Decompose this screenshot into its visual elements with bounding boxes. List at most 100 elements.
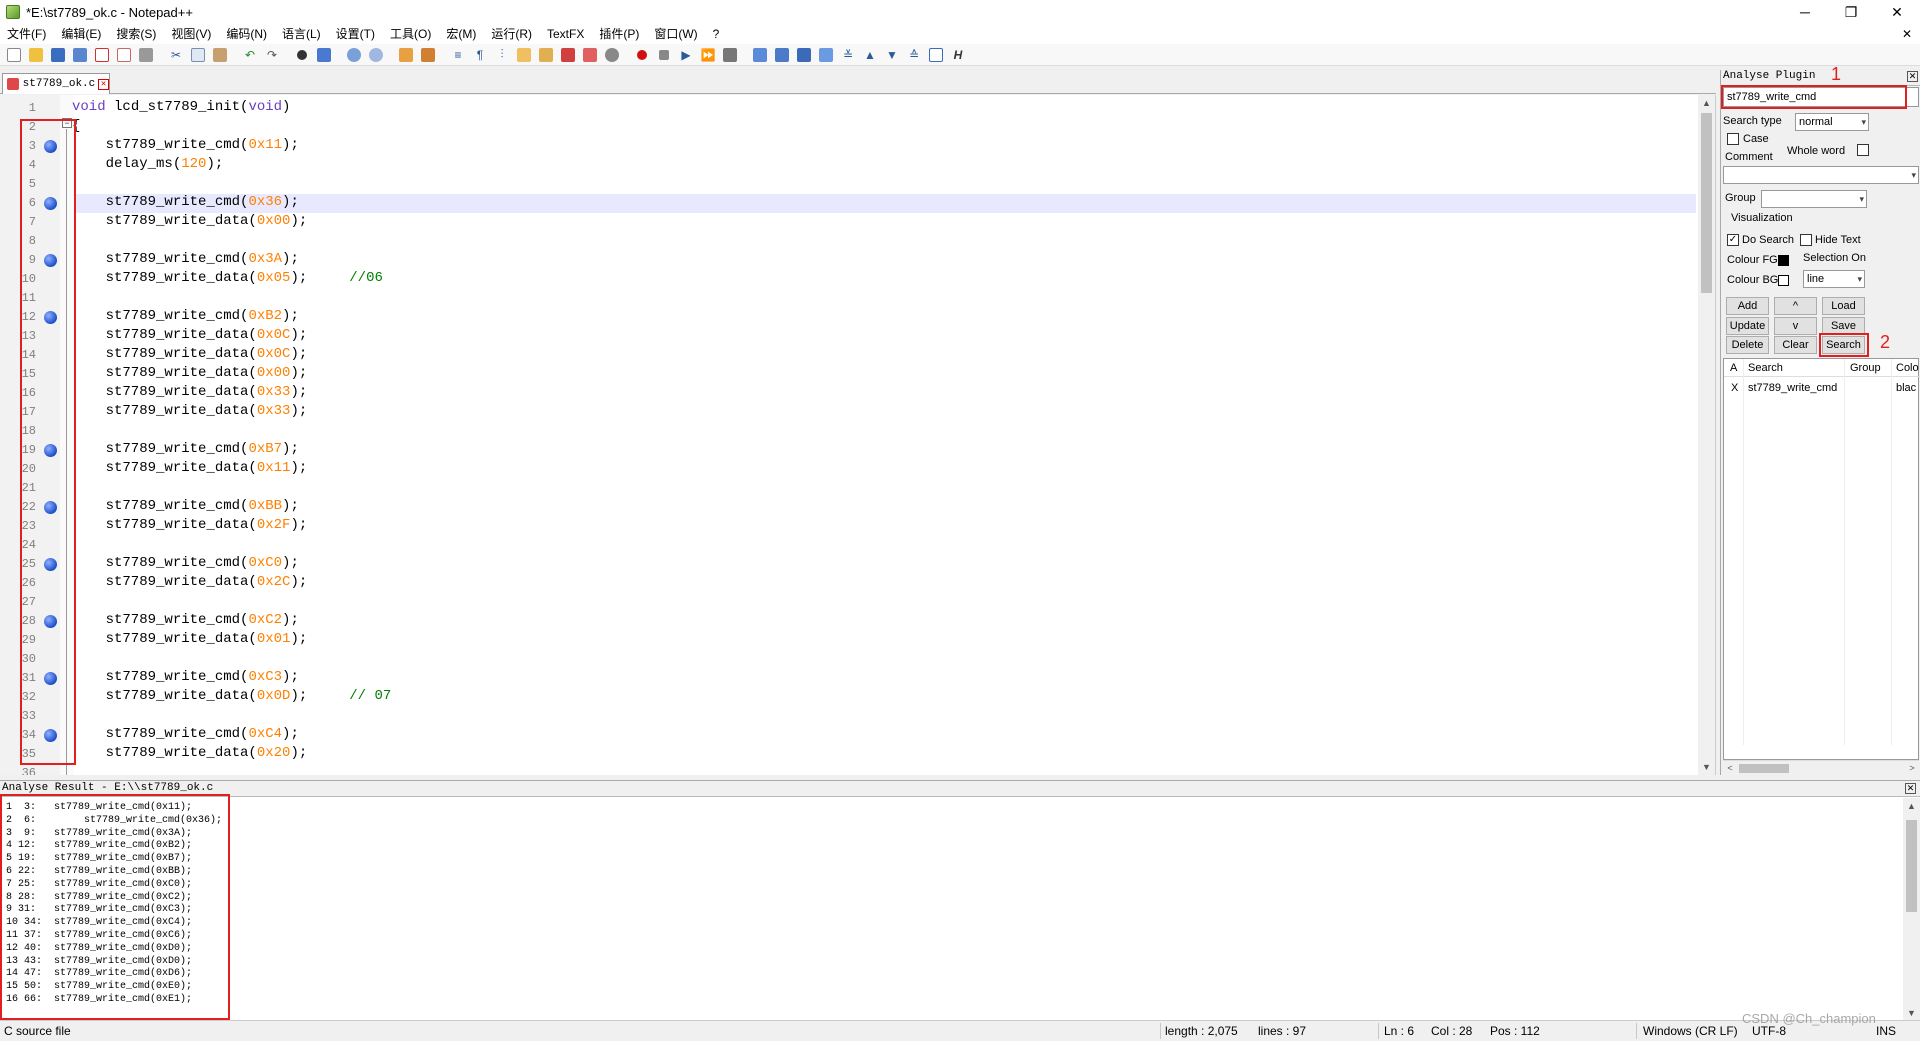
scroll-down-icon[interactable]: ▼: [1698, 759, 1715, 775]
move-up-button[interactable]: ^: [1774, 297, 1817, 315]
menu-window[interactable]: 窗口(W): [647, 24, 705, 44]
plugin-box-icon[interactable]: [926, 45, 946, 65]
menu-macro[interactable]: 宏(M): [439, 24, 484, 44]
code-line[interactable]: st7789_write_data(0x0C);: [72, 327, 308, 343]
plugin-down-icon[interactable]: ▼: [882, 45, 902, 65]
stop-macro-icon[interactable]: [654, 45, 674, 65]
close-button[interactable]: ✕: [1874, 0, 1920, 24]
zoom-in-icon[interactable]: [344, 45, 364, 65]
cut-icon[interactable]: ✂: [166, 45, 186, 65]
plugin-close-icon[interactable]: ✕: [1907, 71, 1918, 82]
save-icon[interactable]: [48, 45, 68, 65]
record-macro-icon[interactable]: [632, 45, 652, 65]
plugin-horizontal-scrollbar[interactable]: < >: [1723, 760, 1919, 775]
undo-icon[interactable]: ↶: [240, 45, 260, 65]
code-line[interactable]: st7789_write_data(0x20);: [72, 745, 308, 761]
colour-fg-swatch[interactable]: [1778, 255, 1789, 266]
scroll-up-icon[interactable]: ▲: [1698, 95, 1715, 111]
search-type-select[interactable]: normal ▾: [1795, 113, 1869, 131]
play-macro-icon[interactable]: ▶: [676, 45, 696, 65]
move-down-button[interactable]: v: [1774, 317, 1817, 335]
code-line[interactable]: st7789_write_data(0x0D); // 07: [72, 688, 392, 704]
code-line[interactable]: st7789_write_data(0x33);: [72, 403, 308, 419]
code-line[interactable]: st7789_write_cmd(0xBB);: [72, 498, 299, 514]
code-line[interactable]: st7789_write_data(0x0C);: [72, 346, 308, 362]
zoom-out-icon[interactable]: [366, 45, 386, 65]
scroll-thumb[interactable]: [1739, 764, 1789, 773]
tab-close-icon[interactable]: ✕: [98, 78, 109, 90]
menu-file[interactable]: 文件(F): [0, 24, 54, 44]
udl-icon[interactable]: [514, 45, 534, 65]
load-button[interactable]: Load: [1822, 297, 1865, 315]
col-header-group[interactable]: Group: [1850, 359, 1881, 377]
menu-language[interactable]: 语言(L): [275, 24, 329, 44]
show-all-chars-icon[interactable]: ¶: [470, 45, 490, 65]
col-header-colour[interactable]: Colo: [1896, 359, 1919, 377]
code-line[interactable]: st7789_write_data(0x01);: [72, 631, 308, 647]
code-line[interactable]: st7789_write_cmd(0xC4);: [72, 726, 299, 742]
menu-plugins[interactable]: 插件(P): [592, 24, 647, 44]
code-line[interactable]: st7789_write_cmd(0x36);: [72, 194, 299, 210]
update-button[interactable]: Update: [1726, 317, 1769, 335]
sync-vertical-icon[interactable]: [396, 45, 416, 65]
folder-workspace-icon[interactable]: [580, 45, 600, 65]
menu-encoding[interactable]: 编码(N): [219, 24, 275, 44]
do-search-checkbox[interactable]: ✓: [1727, 234, 1739, 246]
function-list-icon[interactable]: [558, 45, 578, 65]
code-line[interactable]: st7789_write_data(0x33);: [72, 384, 308, 400]
clear-button[interactable]: Clear: [1774, 336, 1817, 354]
code-line[interactable]: st7789_write_cmd(0xB2);: [72, 308, 299, 324]
scroll-thumb[interactable]: [1701, 113, 1712, 293]
hide-text-checkbox[interactable]: [1800, 234, 1812, 246]
scroll-up-icon[interactable]: ▲: [1903, 798, 1920, 814]
menu-close-doc-icon[interactable]: ✕: [1902, 24, 1912, 44]
plugin-expand-icon[interactable]: ≙: [904, 45, 924, 65]
code-editor[interactable]: − 1 void lcd_st7789_init(void) 2{3 st7789_…: [0, 95, 1716, 775]
word-wrap-icon[interactable]: ≡: [448, 45, 468, 65]
menu-textfx[interactable]: TextFX: [540, 24, 592, 44]
close-all-icon[interactable]: [114, 45, 134, 65]
editor-vertical-scrollbar[interactable]: ▲ ▼: [1698, 95, 1715, 775]
code-line[interactable]: st7789_write_data(0x00);: [72, 365, 308, 381]
plugin-collapse-icon[interactable]: ≚: [838, 45, 858, 65]
save-macro-icon[interactable]: [720, 45, 740, 65]
copy-icon[interactable]: [188, 45, 208, 65]
col-header-a[interactable]: A: [1730, 359, 1737, 377]
result-close-icon[interactable]: ✕: [1905, 783, 1916, 794]
code-line[interactable]: st7789_write_cmd(0x11);: [72, 137, 299, 153]
code-line[interactable]: st7789_write_data(0x2F);: [72, 517, 308, 533]
group-select[interactable]: ▾: [1761, 190, 1867, 208]
monitor-icon[interactable]: [602, 45, 622, 65]
scroll-left-icon[interactable]: <: [1723, 761, 1737, 776]
result-vertical-scrollbar[interactable]: ▲ ▼: [1903, 798, 1920, 1021]
maximize-button[interactable]: ❐: [1828, 0, 1874, 24]
plugin-h-icon[interactable]: H: [948, 45, 968, 65]
paste-icon[interactable]: [210, 45, 230, 65]
code-line[interactable]: st7789_write_cmd(0xC3);: [72, 669, 299, 685]
plugin-up-icon[interactable]: ▲: [860, 45, 880, 65]
menu-tools[interactable]: 工具(O): [383, 24, 439, 44]
open-file-icon[interactable]: [26, 45, 46, 65]
redo-icon[interactable]: ↷: [262, 45, 282, 65]
menu-settings[interactable]: 设置(T): [329, 24, 383, 44]
scroll-thumb[interactable]: [1906, 820, 1917, 912]
code-line[interactable]: st7789_write_data(0x11);: [72, 460, 308, 476]
code-line[interactable]: delay_ms(120);: [72, 156, 224, 172]
sync-horizontal-icon[interactable]: [418, 45, 438, 65]
search-list-table[interactable]: A Search Group Colo X st7789_write_cmd b…: [1723, 358, 1920, 760]
plugin-download-icon[interactable]: [772, 45, 792, 65]
menu-view[interactable]: 视图(V): [164, 24, 219, 44]
col-header-search[interactable]: Search: [1748, 359, 1783, 377]
indent-guide-icon[interactable]: ⫶: [492, 45, 512, 65]
plugin-grid-icon[interactable]: [794, 45, 814, 65]
plugin-table-icon[interactable]: [816, 45, 836, 65]
plugin-tool-icon[interactable]: [750, 45, 770, 65]
code-line[interactable]: st7789_write_cmd(0xC2);: [72, 612, 299, 628]
code-line[interactable]: void lcd_st7789_init(void): [72, 99, 290, 115]
menu-edit[interactable]: 编辑(E): [54, 24, 109, 44]
replace-icon[interactable]: [314, 45, 334, 65]
run-macro-multiple-icon[interactable]: ⏩: [698, 45, 718, 65]
whole-word-checkbox[interactable]: [1857, 144, 1869, 156]
new-file-icon[interactable]: [4, 45, 24, 65]
comment-input[interactable]: ▾: [1723, 166, 1919, 184]
